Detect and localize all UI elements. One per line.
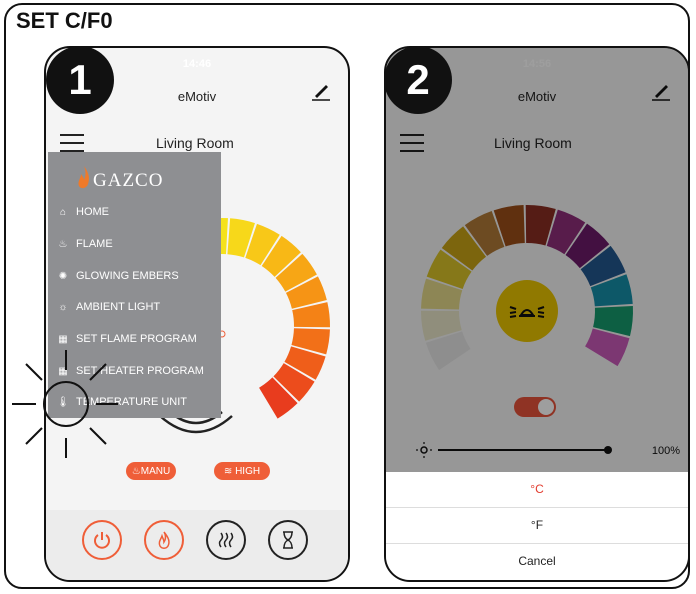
mode-high-badge: ≋ HIGH (214, 462, 270, 480)
menu-item-glowing-embers[interactable]: ✺ GLOWING EMBERS (56, 270, 179, 282)
menu-item-home[interactable]: ⌂ HOME (56, 206, 109, 218)
edit-icon[interactable] (310, 80, 332, 102)
timer-button[interactable] (268, 520, 308, 560)
glowing-embers-icon: ✺ (58, 270, 68, 282)
flame-icon (158, 531, 170, 549)
phone-screen-step-2: 14:56 eMotiv Living Room 100% °C °F Canc… (384, 46, 690, 582)
menu-item-label: GLOWING EMBERS (76, 270, 179, 282)
heat-icon: ≋ (223, 465, 236, 477)
ambient-light-icon: ☼ (58, 301, 68, 313)
menu-item-label: FLAME (76, 238, 113, 250)
flame-button[interactable] (144, 520, 184, 560)
option-fahrenheit[interactable]: °F (386, 508, 688, 544)
gazco-logo: GAZCO (78, 166, 164, 192)
flame-icon: ♨ (58, 238, 68, 250)
logo-text: GAZCO (93, 170, 164, 191)
heat-icon (218, 532, 234, 548)
home-icon: ⌂ (59, 206, 67, 218)
menu-item-ambient-light[interactable]: ☼ AMBIENT LIGHT (56, 301, 160, 313)
bottom-toolbar (46, 510, 348, 580)
power-icon (94, 532, 110, 549)
heater-button[interactable] (206, 520, 246, 560)
hamburger-menu-icon[interactable] (60, 134, 84, 152)
step-badge-1: 1 (46, 46, 114, 114)
phone-screen-step-1: 14:46 eMotiv Living Room GAZCO ⌂ HOME ♨ FL… (44, 46, 350, 582)
menu-item-label: HOME (76, 206, 109, 218)
mode-label: HIGH (235, 465, 261, 477)
menu-item-label: AMBIENT LIGHT (76, 301, 161, 313)
power-button[interactable] (82, 520, 122, 560)
room-name: Living Room (156, 135, 234, 151)
option-celsius[interactable]: °C (386, 472, 688, 508)
hourglass-icon (283, 531, 293, 549)
menu-item-flame[interactable]: ♨ FLAME (56, 238, 113, 250)
cancel-button[interactable]: Cancel (386, 544, 688, 579)
temperature-unit-sheet: °C °F Cancel (386, 472, 688, 580)
logo-flame-icon (78, 166, 89, 189)
frame-title: SET C/F0 (16, 8, 113, 33)
step-badge-2: 2 (384, 46, 452, 114)
tap-indicator (12, 350, 118, 458)
